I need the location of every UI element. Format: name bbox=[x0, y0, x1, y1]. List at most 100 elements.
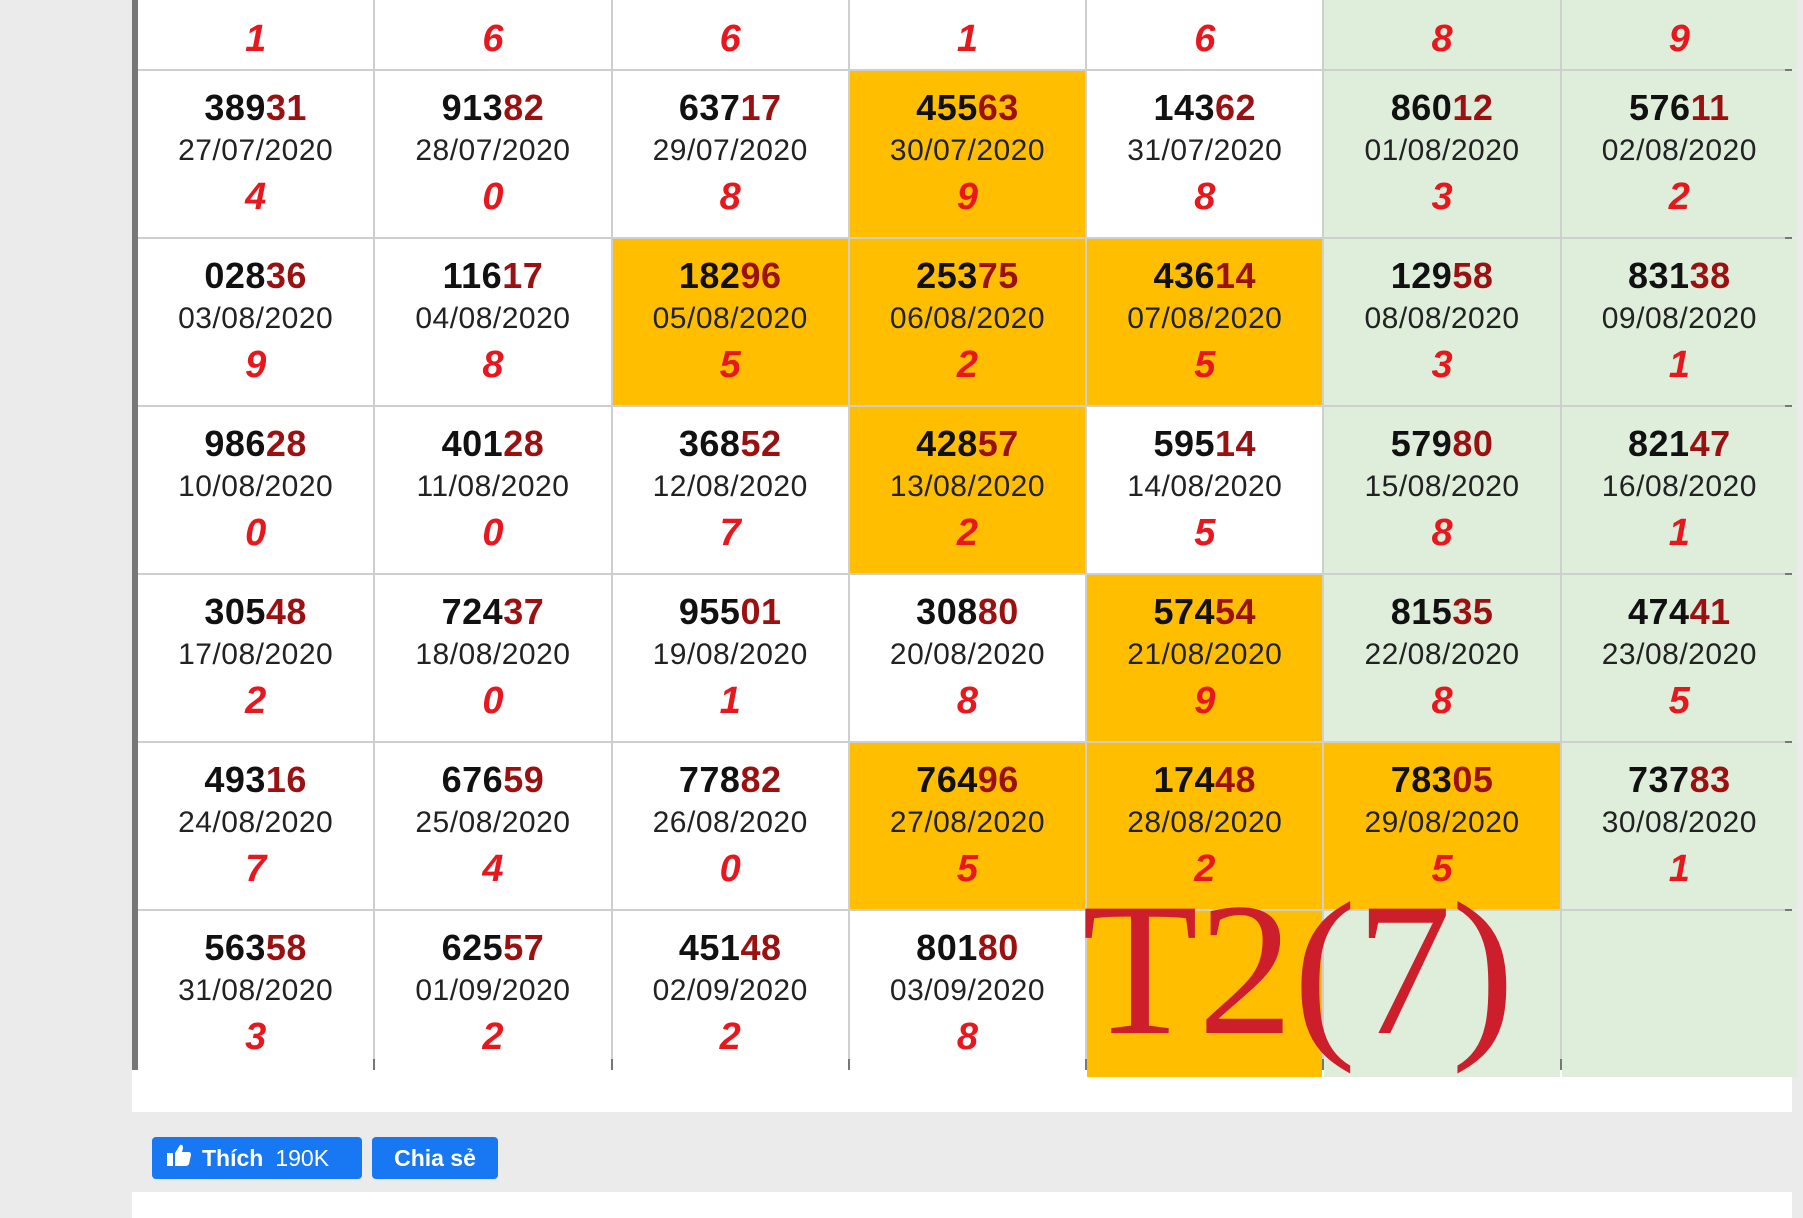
result-number: 42857 bbox=[916, 423, 1019, 465]
result-date: 12/08/2020 bbox=[652, 470, 808, 503]
sum-digit: 5 bbox=[1431, 848, 1453, 890]
result-number-head: 436 bbox=[1153, 255, 1216, 296]
sum-digit: 2 bbox=[482, 1016, 504, 1058]
sum-digit: 5 bbox=[719, 344, 741, 386]
header-sum-cell: 8 bbox=[1324, 0, 1560, 69]
result-number-head: 764 bbox=[916, 759, 978, 800]
result-date: 11/08/2020 bbox=[416, 470, 570, 503]
result-number-tail: 12 bbox=[1452, 87, 1494, 128]
result-number-tail: 62 bbox=[1215, 87, 1257, 128]
result-cell: 45148 02/09/2020 2 bbox=[612, 911, 848, 1077]
result-cell: 91382 28/07/2020 0 bbox=[375, 71, 611, 237]
result-number-tail: 48 bbox=[1215, 759, 1257, 800]
result-number: 73783 bbox=[1628, 759, 1731, 801]
result-cell: 62557 01/09/2020 2 bbox=[375, 911, 611, 1077]
sum-digit: 9 bbox=[1668, 17, 1690, 60]
result-number: 59514 bbox=[1153, 423, 1256, 465]
result-number: 62557 bbox=[442, 927, 545, 969]
sum-digit: 2 bbox=[1194, 848, 1216, 890]
result-number-tail: 48 bbox=[740, 927, 782, 968]
result-number-tail: 38 bbox=[1689, 255, 1731, 296]
result-number-tail: 96 bbox=[740, 255, 782, 296]
result-cell: 81535 22/08/2020 8 bbox=[1324, 575, 1560, 741]
result-number-tail: 47 bbox=[1689, 423, 1731, 464]
sum-digit: 4 bbox=[245, 176, 267, 218]
result-number-head: 737 bbox=[1628, 759, 1690, 800]
result-number: 30880 bbox=[916, 591, 1019, 633]
result-date: 21/08/2020 bbox=[1127, 638, 1283, 671]
header-sum-cell: 9 bbox=[1561, 0, 1797, 69]
result-number: 82147 bbox=[1628, 423, 1731, 465]
result-number-tail: 96 bbox=[977, 759, 1019, 800]
result-date: 31/08/2020 bbox=[178, 974, 334, 1007]
result-date: 24/08/2020 bbox=[178, 806, 334, 839]
result-number: 18296 bbox=[679, 255, 782, 297]
result-number: 38931 bbox=[204, 87, 307, 129]
sum-digit: 5 bbox=[1194, 512, 1216, 554]
sum-digit: 1 bbox=[245, 17, 267, 60]
result-number: 36852 bbox=[679, 423, 782, 465]
result-date: 20/08/2020 bbox=[889, 638, 1046, 671]
result-number-tail: 35 bbox=[1452, 591, 1494, 632]
result-number: 95501 bbox=[679, 591, 782, 633]
result-number-head: 625 bbox=[441, 927, 504, 968]
result-number-head: 815 bbox=[1390, 591, 1453, 632]
sum-digit: 8 bbox=[956, 680, 979, 722]
result-number: 12958 bbox=[1391, 255, 1494, 297]
result-date: 06/08/2020 bbox=[889, 302, 1046, 335]
sum-digit: 2 bbox=[956, 344, 979, 386]
result-number-head: 451 bbox=[678, 927, 741, 968]
result-number: 57980 bbox=[1391, 423, 1494, 465]
result-number-head: 389 bbox=[204, 87, 266, 128]
result-number-tail: 14 bbox=[1215, 423, 1257, 464]
result-number-tail: 28 bbox=[265, 423, 307, 464]
result-cell: 17448 28/08/2020 2 bbox=[1087, 743, 1323, 909]
result-date: 01/08/2020 bbox=[1364, 134, 1520, 167]
result-date: 03/09/2020 bbox=[889, 974, 1046, 1007]
result-number-tail: 37 bbox=[503, 591, 545, 632]
result-number: 98628 bbox=[204, 423, 307, 465]
result-number-head: 308 bbox=[916, 591, 978, 632]
result-cell: 11617 04/08/2020 8 bbox=[375, 239, 611, 405]
result-number-head: 783 bbox=[1390, 759, 1453, 800]
facebook-like-button[interactable]: Thích 190K bbox=[152, 1137, 362, 1179]
result-date: 17/08/2020 bbox=[178, 638, 334, 671]
result-date: 08/08/2020 bbox=[1364, 302, 1520, 335]
result-number-head: 595 bbox=[1153, 423, 1216, 464]
result-number-tail: 14 bbox=[1215, 255, 1257, 296]
header-sum-cell: 1 bbox=[138, 0, 374, 69]
sum-digit: 3 bbox=[1431, 344, 1453, 386]
sum-digit: 2 bbox=[956, 512, 979, 554]
result-date: 27/08/2020 bbox=[889, 806, 1046, 839]
sum-digit: 2 bbox=[245, 680, 267, 722]
sum-digit: 8 bbox=[1431, 680, 1453, 722]
result-number-tail: 52 bbox=[740, 423, 782, 464]
result-number: 45148 bbox=[679, 927, 782, 969]
result-number-head: 253 bbox=[916, 255, 978, 296]
result-cell: 45563 30/07/2020 9 bbox=[849, 71, 1086, 237]
result-number-head: 455 bbox=[916, 87, 978, 128]
result-number: 40128 bbox=[442, 423, 545, 465]
result-cell bbox=[1561, 911, 1797, 1077]
result-number-head: 182 bbox=[678, 255, 741, 296]
facebook-share-button[interactable]: Chia sẻ bbox=[372, 1137, 498, 1179]
result-cell: 82147 16/08/2020 1 bbox=[1561, 407, 1797, 573]
result-date: 22/08/2020 bbox=[1364, 638, 1520, 671]
result-cell bbox=[1087, 911, 1323, 1077]
result-cell: 73783 30/08/2020 1 bbox=[1561, 743, 1797, 909]
result-number-tail: 80 bbox=[977, 927, 1019, 968]
result-number: 86012 bbox=[1391, 87, 1494, 129]
sum-digit: 8 bbox=[1431, 512, 1453, 554]
sum-digit: 8 bbox=[1194, 176, 1216, 218]
result-date: 28/07/2020 bbox=[415, 134, 571, 167]
result-cell: 42857 13/08/2020 2 bbox=[849, 407, 1086, 573]
result-number-head: 986 bbox=[204, 423, 266, 464]
result-cell: 30548 17/08/2020 2 bbox=[138, 575, 374, 741]
thumbs-up-icon bbox=[166, 1143, 192, 1173]
result-cell: 25375 06/08/2020 2 bbox=[849, 239, 1086, 405]
sum-digit: 7 bbox=[719, 512, 741, 554]
result-number: 49316 bbox=[204, 759, 307, 801]
sum-digit: 2 bbox=[719, 1016, 741, 1058]
result-number: 76496 bbox=[916, 759, 1019, 801]
result-number: 67659 bbox=[442, 759, 545, 801]
